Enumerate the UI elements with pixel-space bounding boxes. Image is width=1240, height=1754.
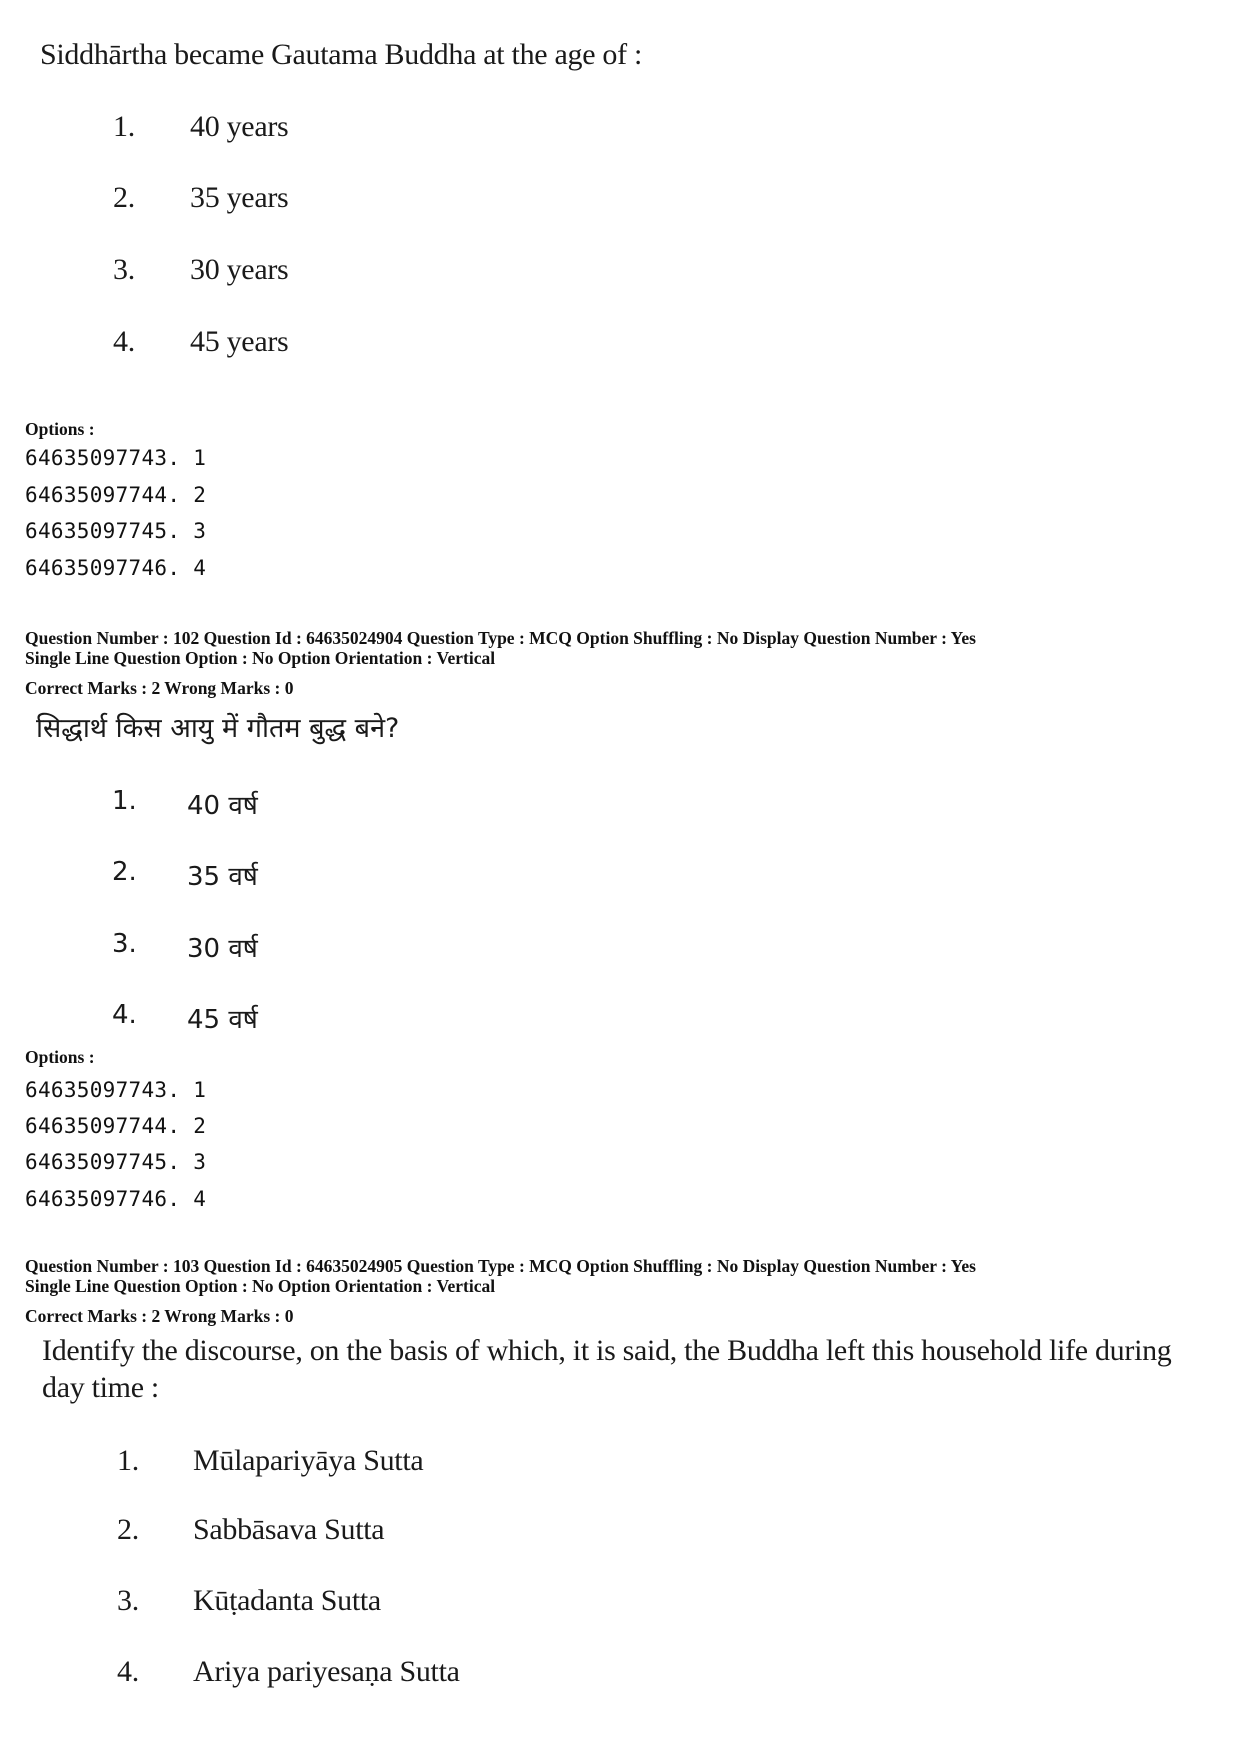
question-marks: Correct Marks : 2 Wrong Marks : 0 [25,678,294,698]
choice-text: 35 years [190,181,289,214]
choice-number: 2. [117,1513,139,1546]
option-id: 64635097746. 4 [25,1187,207,1211]
question-meta-line1: Question Number : 102 Question Id : 6463… [25,628,976,648]
option-id: 64635097743. 1 [25,446,207,470]
choice-text: Sabbāsava Sutta [193,1513,385,1546]
choice-number: 1. [117,1444,139,1477]
question-text: सिद्धार्थ किस आयु में गौतम बुद्ध बने? [36,713,400,744]
options-label: Options : [25,1047,95,1067]
choice-number: 3. [112,929,137,959]
choice-number: 3. [113,253,135,286]
choice-text: Ariya pariyesaṇa Sutta [193,1655,460,1688]
question-text: Identify the discourse, on the basis of … [42,1334,1172,1404]
question-text: Siddhārtha became Gautama Buddha at the … [40,38,643,71]
choice-text: 30 years [190,253,289,286]
option-id: 64635097745. 3 [25,519,207,543]
choice-number: 1. [112,786,137,816]
choice-text: Kūṭadanta Sutta [193,1584,381,1617]
option-id: 64635097746. 4 [25,556,207,580]
choice-number: 1. [113,110,135,143]
choice-number: 4. [112,1000,137,1030]
choice-text: 45 वर्ष [187,1005,258,1035]
choice-text: 40 वर्ष [187,791,258,821]
choice-number: 3. [117,1584,139,1617]
choice-text: 45 years [190,325,289,358]
option-id: 64635097744. 2 [25,1114,207,1138]
question-meta-line1: Question Number : 103 Question Id : 6463… [25,1256,976,1276]
choice-text: 30 वर्ष [187,934,258,964]
choice-text: 40 years [190,110,289,143]
choice-text: 35 वर्ष [187,862,258,892]
choice-text: Mūlapariyāya Sutta [193,1444,424,1477]
option-id: 64635097743. 1 [25,1078,207,1102]
question-meta-line2: Single Line Question Option : No Option … [25,1276,496,1296]
question-meta-line2: Single Line Question Option : No Option … [25,648,496,668]
question-marks: Correct Marks : 2 Wrong Marks : 0 [25,1306,294,1326]
choice-number: 2. [112,857,137,887]
choice-number: 4. [113,325,135,358]
choice-number: 4. [117,1655,139,1688]
options-label: Options : [25,419,95,439]
option-id: 64635097745. 3 [25,1150,207,1174]
choice-number: 2. [113,181,135,214]
option-id: 64635097744. 2 [25,483,207,507]
